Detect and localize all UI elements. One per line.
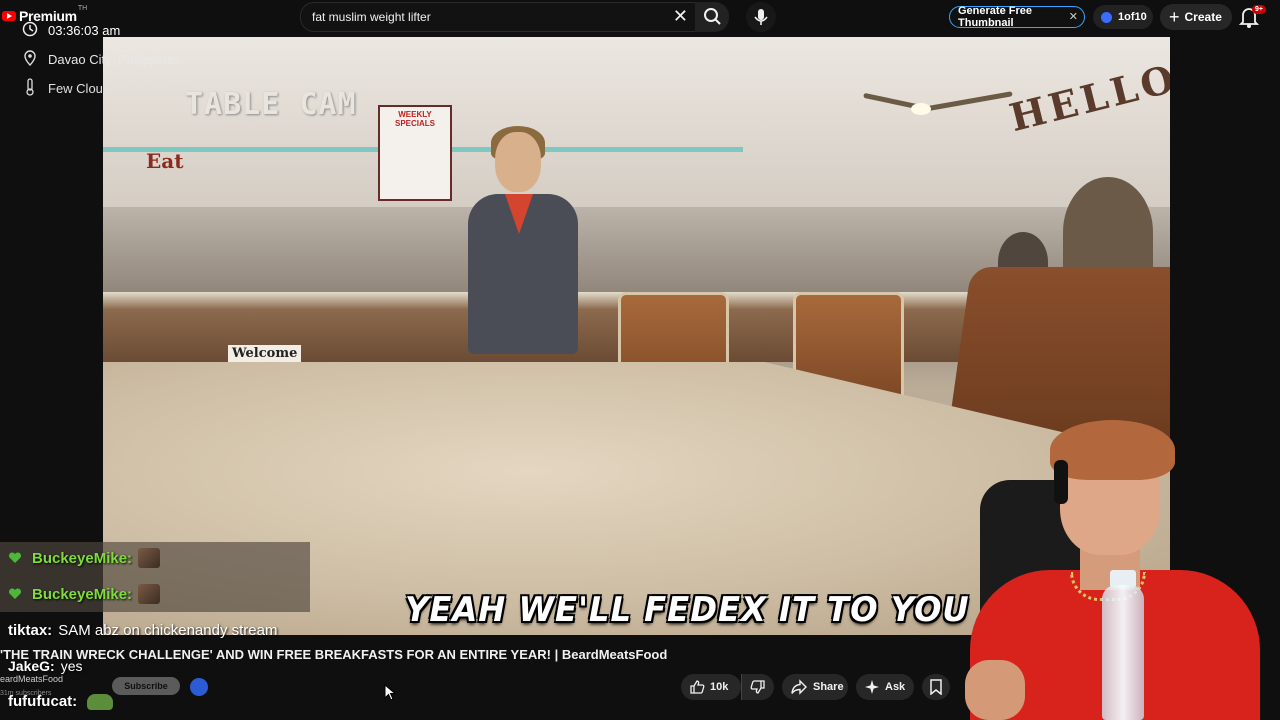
- streamer-hair: [1050, 420, 1175, 480]
- welcome-sign: Welcome: [228, 345, 302, 362]
- plus-icon: +: [1169, 6, 1180, 27]
- youtube-play-icon: [2, 11, 16, 21]
- close-icon[interactable]: ✕: [1069, 10, 1078, 23]
- chat-text: SAM abz on chickenandy stream: [58, 622, 278, 639]
- mouse-cursor-icon: [384, 684, 396, 701]
- search-input[interactable]: fat muslim weight lifter ✕: [300, 2, 697, 32]
- weekly-specials-sign: WEEKLY SPECIALS: [378, 105, 452, 201]
- weekly-specials-text: WEEKLY SPECIALS: [394, 110, 435, 128]
- notifications-badge: 9+: [1252, 5, 1266, 14]
- voice-search-button[interactable]: [746, 2, 776, 32]
- thumbs-up-icon: [690, 680, 705, 694]
- search-button[interactable]: [695, 2, 729, 32]
- location-label: Davao City, Philippines: [48, 52, 181, 67]
- table-cam-text: TABLE CAM: [185, 87, 357, 122]
- eat-sign: Eat: [146, 149, 184, 173]
- clock-widget: 03:36:03 am: [22, 21, 120, 40]
- like-button[interactable]: 10k: [681, 674, 741, 700]
- chat-username[interactable]: tiktax:: [8, 622, 52, 639]
- share-icon: [791, 679, 807, 695]
- subscribe-button[interactable]: Subscribe: [112, 677, 180, 695]
- chat-username[interactable]: JakeG:: [8, 658, 55, 674]
- region-label: TH: [77, 4, 88, 12]
- location-pin-icon: [22, 50, 38, 69]
- clock-icon: [22, 21, 38, 40]
- generate-thumbnail-label: Generate Free Thumbnail: [958, 5, 1032, 29]
- chat-emote: [138, 584, 161, 604]
- heart-icon: [8, 552, 22, 563]
- waitress-figure: [463, 126, 583, 357]
- chat-username[interactable]: BuckeyeMike:: [32, 586, 132, 603]
- top-bar: Premium TH fat muslim weight lifter ✕ Ge…: [0, 0, 1280, 34]
- chat-username[interactable]: BuckeyeMike:: [32, 550, 132, 567]
- streamer-hand: [965, 660, 1025, 720]
- search-query-text: fat muslim weight lifter: [312, 10, 431, 24]
- time-label: 03:36:03 am: [48, 23, 121, 38]
- video-title: 'THE TRAIN WRECK CHALLENGE' AND WIN FREE…: [0, 647, 668, 662]
- thermometer-icon: [22, 78, 38, 99]
- video-caption: YEAH WE'LL FEDEX IT TO YOU: [405, 590, 970, 630]
- channel-name[interactable]: eardMeatsFood: [0, 674, 63, 684]
- weather-label: Few Clouds, 25°C | 77°F: [48, 81, 192, 96]
- quota-label: 1of10: [1118, 11, 1147, 23]
- generate-thumbnail-button[interactable]: Generate Free Thumbnail ✕: [949, 5, 1085, 29]
- chat-message: BuckeyeMike:: [8, 548, 161, 568]
- quota-counter[interactable]: 1of10: [1093, 5, 1153, 29]
- water-bottle: [1102, 585, 1144, 720]
- share-button[interactable]: Share: [782, 674, 848, 700]
- like-count: 10k: [710, 681, 729, 693]
- share-label: Share: [813, 681, 844, 693]
- weather-widget: Few Clouds, 25°C | 77°F: [22, 78, 191, 99]
- chat-emote: [138, 548, 161, 568]
- chat-message: BuckeyeMike:: [8, 584, 161, 604]
- headset: [1054, 460, 1068, 504]
- heart-icon: [8, 588, 22, 599]
- chat-message: JakeG: yes: [8, 658, 83, 674]
- notifications-button[interactable]: 9+: [1238, 5, 1266, 29]
- dislike-button[interactable]: [741, 674, 774, 700]
- quota-icon: [1101, 11, 1112, 23]
- sparkle-icon: [865, 680, 879, 694]
- chat-username[interactable]: fufufucat:: [8, 693, 77, 710]
- clear-search-icon[interactable]: ✕: [673, 6, 688, 27]
- save-button[interactable]: [922, 674, 950, 700]
- diner-wall: [103, 37, 1170, 207]
- ask-label: Ask: [885, 681, 906, 693]
- chat-text: yes: [60, 658, 83, 674]
- ceiling-fan: [863, 87, 1023, 117]
- bookmark-icon: [930, 679, 942, 695]
- thumbs-down-icon: [750, 680, 765, 694]
- ask-button[interactable]: Ask: [856, 674, 914, 700]
- location-widget: Davao City, Philippines: [22, 50, 181, 69]
- chat-message: tiktax: SAM abz on chickenandy stream: [8, 622, 277, 639]
- streamer-webcam: [950, 410, 1280, 720]
- chat-emote: [87, 693, 114, 710]
- search-icon: [704, 8, 721, 25]
- chat-message: fufufucat:: [8, 693, 114, 710]
- create-button[interactable]: + Create: [1160, 4, 1232, 30]
- create-label: Create: [1184, 10, 1222, 24]
- microphone-icon: [754, 9, 768, 25]
- join-button[interactable]: [190, 678, 208, 696]
